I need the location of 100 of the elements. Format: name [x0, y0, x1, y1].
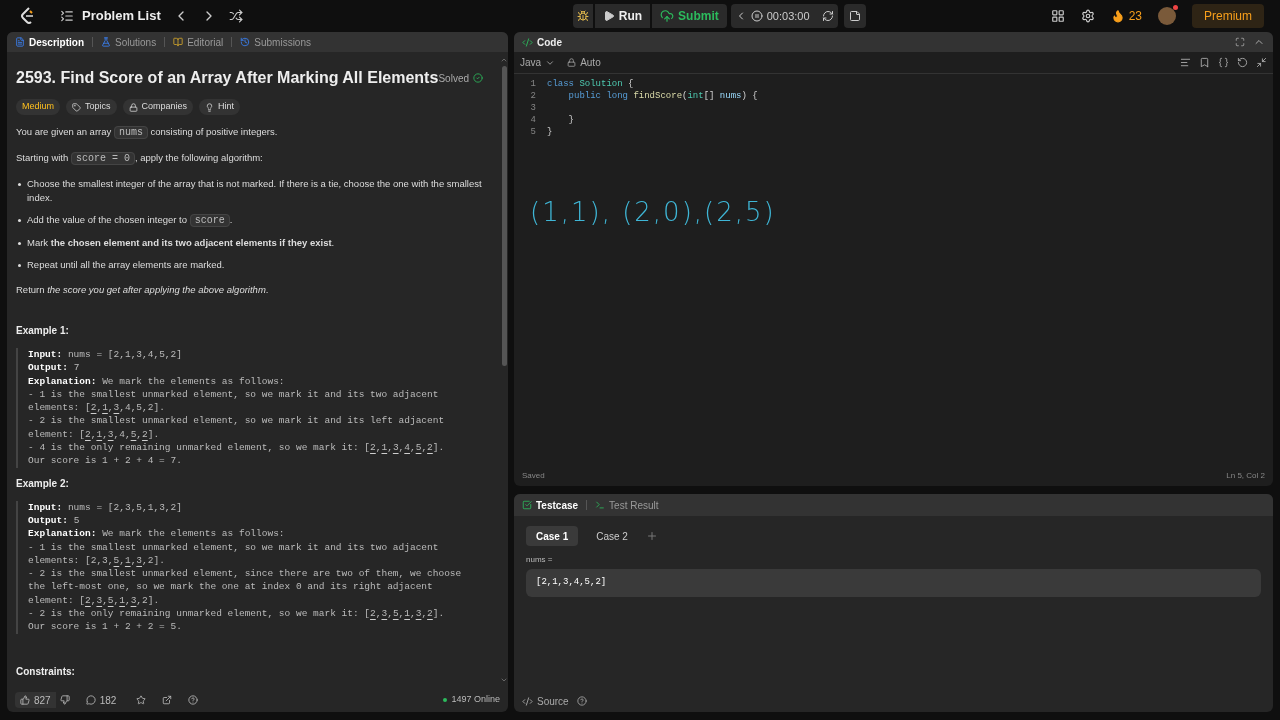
- example-explanation-text: Explanation: We mark the elements as follows:: [28, 374, 286, 388]
- thumbs-up-icon: [20, 695, 30, 705]
- explanation-line: - 2 is the smallest unmarked element, since there are two of them, we choose the left-most one, so we mark the one at index 0 and its right adjacent element: [2,3,5,1,3,2].: [28, 567, 463, 608]
- streak-counter[interactable]: 23: [1110, 7, 1142, 25]
- format-icon[interactable]: [1180, 57, 1191, 68]
- shuffle-icon[interactable]: [228, 9, 243, 23]
- flask-icon: [101, 37, 111, 47]
- save-status: Saved: [522, 470, 545, 482]
- lock-icon: [567, 58, 577, 67]
- settings-icon[interactable]: [1080, 9, 1095, 23]
- explanation-line: - 2 is the smallest unmarked element, so we mark it and its left adjacent element: [2,1,3,4,5,2].: [28, 414, 446, 442]
- difficulty-badge: Medium: [16, 99, 60, 115]
- example-input-text: Input: nums = [2,3,5,1,3,2]: [28, 500, 183, 514]
- note-icon: [848, 10, 861, 22]
- code-line: }: [546, 126, 553, 138]
- maximize-icon[interactable]: [1235, 37, 1245, 47]
- star-icon[interactable]: [136, 695, 147, 705]
- line-number: 4: [529, 114, 537, 126]
- list-item: Add the value of the chosen integer to score .: [27, 213, 233, 228]
- explanation-line: - 2 is the only remaining unmarked element, so we mark it: [2,3,5,1,3,2].: [28, 607, 446, 621]
- panel-tab[interactable]: Submissions: [240, 34, 311, 50]
- case-tab[interactable]: Case 2: [586, 526, 638, 546]
- book-icon: [173, 37, 184, 47]
- auto-mode[interactable]: Auto: [567, 55, 601, 70]
- code-icon: [522, 36, 533, 48]
- submit-button[interactable]: Submit: [652, 4, 727, 28]
- tag-icon: [72, 102, 81, 112]
- line-number: 3: [529, 102, 537, 114]
- example-explanation-text: Explanation: We mark the elements as follows:: [28, 527, 286, 541]
- add-case-icon[interactable]: [645, 530, 658, 542]
- list-item: Choose the smallest integer of the array that is not marked. If there is a tie, choose the one with the smallest index.: [27, 177, 483, 205]
- flame-icon: [1110, 9, 1125, 23]
- history-icon: [240, 37, 251, 47]
- parameter-field[interactable]: [2,1,3,4,5,2]: [526, 569, 1261, 597]
- tag-chip[interactable]: Topics: [66, 99, 117, 115]
- panel-tab[interactable]: Solutions: [101, 34, 157, 50]
- explanation-line: Our score is 1 + 2 + 2 = 5.: [28, 620, 183, 634]
- parameter-label: nums =: [526, 554, 554, 566]
- scroll-up-icon[interactable]: [500, 56, 508, 64]
- layout-icon[interactable]: [1050, 9, 1065, 23]
- cursor-position: Ln 5, Col 2: [1226, 470, 1265, 482]
- pause-icon[interactable]: [750, 10, 763, 22]
- comments-button[interactable]: 182: [85, 692, 117, 708]
- checkbox-icon: [522, 500, 532, 510]
- panel-tab[interactable]: Description: [15, 34, 84, 50]
- timer-control[interactable]: 00:03:00: [730, 4, 838, 28]
- code-line: }: [567, 114, 574, 126]
- avatar[interactable]: [1158, 7, 1176, 25]
- notes-button[interactable]: [843, 4, 866, 28]
- lock-icon: [128, 102, 138, 112]
- line-number: 2: [529, 90, 537, 102]
- bug-icon: [576, 10, 589, 22]
- line-number: 5: [529, 126, 537, 138]
- description-paragraph: Return the score you get after applying the above algorithm.: [16, 283, 270, 297]
- premium-button[interactable]: Premium: [1192, 4, 1264, 28]
- example-output-text: Output: 7: [28, 361, 81, 375]
- dislike-icon[interactable]: [59, 695, 70, 705]
- braces-icon[interactable]: [1218, 57, 1229, 68]
- problem-title: 2593. Find Score of an Array After Marking All Elements: [16, 68, 439, 88]
- description-paragraph: Starting with score = 0 , apply the following algorithm:: [16, 151, 264, 166]
- shrink-icon[interactable]: [1256, 57, 1267, 68]
- panel-tab[interactable]: Test Result: [595, 497, 659, 513]
- explanation-line: Our score is 1 + 2 + 4 = 7.: [28, 454, 183, 468]
- logo-icon[interactable]: [20, 7, 36, 25]
- tag-chip[interactable]: Companies: [122, 99, 194, 115]
- cloud-upload-icon: [660, 9, 675, 23]
- example-title: Example 2:: [16, 476, 70, 491]
- solved-status: Solved: [438, 70, 491, 86]
- code-line: class Solution {: [546, 78, 634, 90]
- scrollbar-thumb[interactable]: [501, 66, 507, 366]
- handwritten-annotation: (1,1), (2,0),(2,5): [529, 196, 777, 229]
- help-icon[interactable]: [188, 695, 199, 705]
- help-icon[interactable]: [576, 696, 587, 706]
- scroll-down-icon[interactable]: [500, 676, 508, 684]
- reset-timer-icon[interactable]: [821, 10, 834, 22]
- language-select[interactable]: Java: [520, 55, 556, 70]
- online-count: 1497 Online: [443, 693, 500, 707]
- list-item: Repeat until all the array elements are marked.: [27, 258, 225, 272]
- comment-icon: [85, 695, 96, 705]
- problem-list-link[interactable]: Problem List: [82, 6, 161, 26]
- example-output-text: Output: 5: [28, 513, 81, 528]
- code-icon: [522, 695, 533, 707]
- share-icon[interactable]: [162, 695, 173, 705]
- code-tab[interactable]: Code: [522, 34, 562, 50]
- panel-tab[interactable]: Testcase: [522, 497, 579, 513]
- tag-chip[interactable]: Hint: [199, 99, 241, 115]
- document-icon: [15, 37, 25, 47]
- reset-icon[interactable]: [1237, 57, 1248, 68]
- list-icon[interactable]: [60, 9, 74, 23]
- like-button[interactable]: 827: [15, 692, 56, 708]
- run-button[interactable]: Run: [594, 4, 651, 28]
- check-circle-icon: [473, 73, 483, 83]
- bookmark-icon[interactable]: [1199, 57, 1210, 68]
- code-line: public long findScore(int[] nums) {: [567, 90, 758, 102]
- source-link[interactable]: Source: [522, 693, 569, 709]
- case-tab[interactable]: Case 1: [526, 526, 579, 546]
- constraints-heading: Constraints:: [16, 664, 76, 679]
- panel-tab[interactable]: Editorial: [173, 34, 224, 50]
- explanation-line: - 4 is the only remaining unmarked element, so we mark it: [2,1,3,4,5,2].: [28, 441, 446, 455]
- debug-button[interactable]: [572, 4, 593, 28]
